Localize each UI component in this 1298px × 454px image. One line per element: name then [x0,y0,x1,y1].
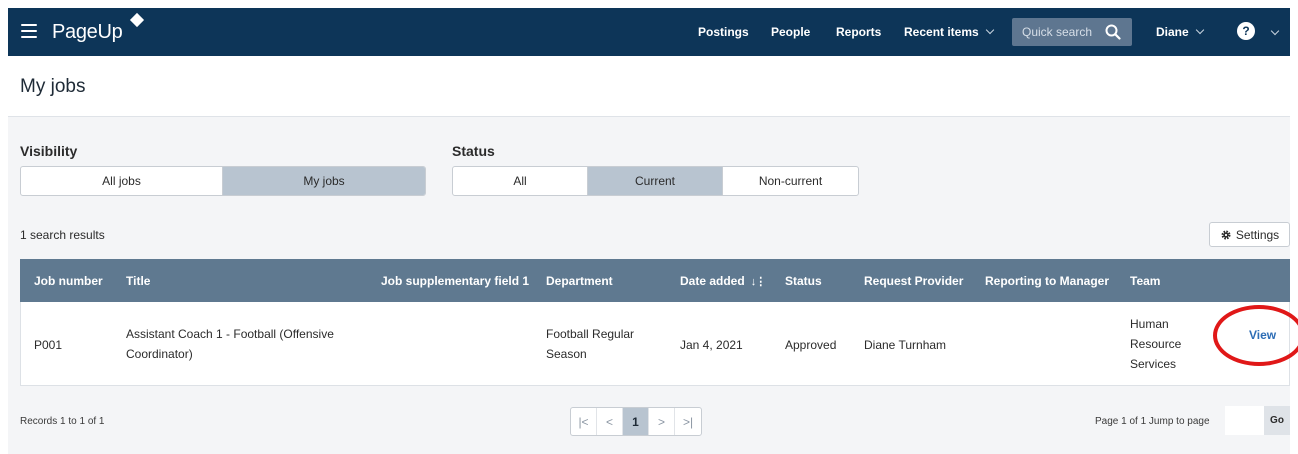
table-row: P001 Assistant Coach 1 - Football (Offen… [20,302,1290,386]
chevron-down-icon [1195,25,1204,35]
red-highlight-circle [1213,305,1298,366]
col-team[interactable]: Team [1130,274,1160,288]
user-name: Diane [1156,25,1189,39]
pagination: |< < 1 > >| [570,407,702,436]
col-reporting-manager[interactable]: Reporting to Manager [985,274,1109,288]
cell-title: Assistant Coach 1 - Football (Offensive … [126,324,334,364]
next-page-icon[interactable]: > [649,408,675,435]
col-status[interactable]: Status [785,274,822,288]
pageup-logo[interactable]: PageUp [52,21,123,44]
first-page-icon[interactable]: |< [571,408,597,435]
visibility-toggle: All jobs My jobs [20,166,426,196]
cell-status: Approved [785,338,837,352]
chevron-down-icon[interactable] [1270,26,1280,36]
col-job-number[interactable]: Job number [34,274,103,288]
nav-postings[interactable]: Postings [698,25,749,39]
cell-department-line: Season [546,347,587,361]
page-title: My jobs [20,76,86,97]
cell-title-line: Assistant Coach 1 - Football (Offensive [126,327,334,341]
col-job-supplementary[interactable]: Job supplementary field 1 [381,274,529,288]
col-date-added[interactable]: Date added ↓⋮ [680,274,766,288]
page-number-current[interactable]: 1 [623,408,649,435]
user-menu[interactable]: Diane [1156,25,1204,39]
cell-team-line: Human [1130,317,1169,331]
cell-job-number: P001 [34,338,63,352]
visibility-all-jobs[interactable]: All jobs [21,167,223,195]
chevron-down-icon [985,25,994,35]
cell-department: Football Regular Season [546,324,634,364]
quick-search-input[interactable] [1012,18,1104,46]
previous-page-icon[interactable]: < [597,408,623,435]
nav-reports[interactable]: Reports [836,25,881,39]
search-icon[interactable] [1105,24,1121,40]
gear-icon [1221,229,1231,240]
cell-request-provider: Diane Turnham [864,338,947,352]
cell-team-line: Services [1130,357,1177,371]
logo-diamond-icon [129,12,145,28]
col-department[interactable]: Department [546,274,613,288]
visibility-my-jobs[interactable]: My jobs [223,167,425,195]
table-header: Job number Title Job supplementary field… [20,259,1290,302]
nav-people[interactable]: People [771,25,810,39]
sort-descending-icon: ↓⋮ [750,276,766,288]
help-icon[interactable]: ? [1237,22,1255,40]
settings-label: Settings [1235,227,1280,242]
records-summary: Records 1 to 1 of 1 [20,416,105,427]
visibility-label: Visibility [20,143,78,159]
settings-button[interactable]: Settings [1209,222,1290,247]
nav-recent-items[interactable]: Recent items [904,25,994,39]
results-count: 1 search results [20,228,105,242]
quick-search-box [1012,18,1132,46]
status-label: Status [452,143,495,159]
cell-title-line: Coordinator) [126,347,193,361]
top-navigation-bar: PageUp Postings People Reports Recent it… [8,8,1290,56]
last-page-icon[interactable]: >| [675,408,701,435]
cell-date-added: Jan 4, 2021 [680,338,743,352]
status-current[interactable]: Current [588,167,723,195]
status-all[interactable]: All [453,167,588,195]
col-title[interactable]: Title [126,274,150,288]
jump-to-page-input[interactable] [1225,406,1264,435]
status-non-current[interactable]: Non-current [723,167,858,195]
cell-team: Human Resource Services [1130,314,1181,374]
status-toggle: All Current Non-current [452,166,859,196]
col-request-provider[interactable]: Request Provider [864,274,963,288]
cell-department-line: Football Regular [546,327,635,341]
col-date-added-label: Date added [680,274,745,288]
hamburger-menu-icon[interactable] [21,24,37,38]
nav-recent-items-label: Recent items [904,25,979,39]
go-button[interactable]: Go [1264,406,1290,435]
page-info: Page 1 of 1 Jump to page [1095,416,1210,427]
cell-team-line: Resource [1130,337,1182,351]
